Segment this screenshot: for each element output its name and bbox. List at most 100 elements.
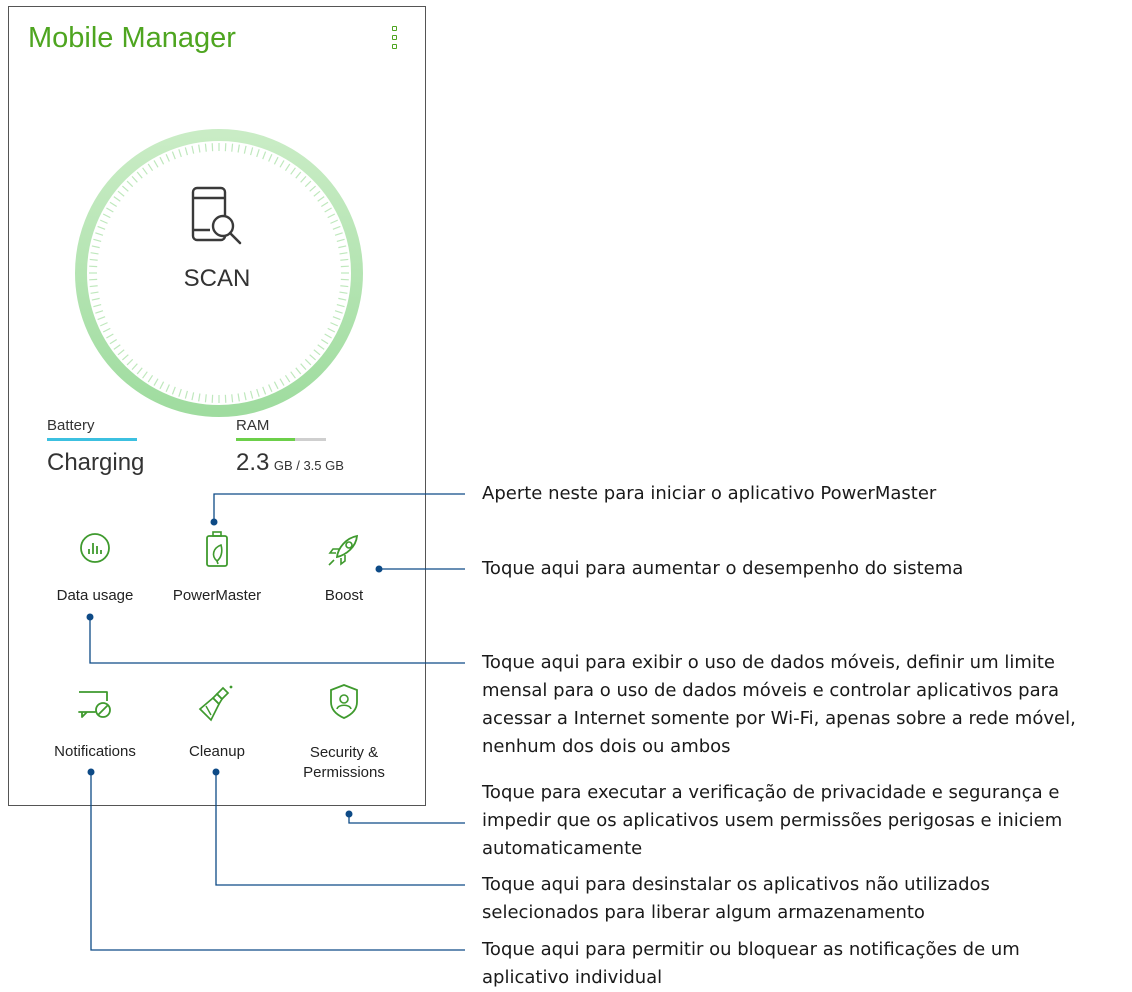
dial-tick [185, 391, 187, 399]
dial-tick [185, 147, 187, 155]
dial-tick [179, 149, 181, 157]
dial-tick [179, 389, 181, 397]
dial-tick [337, 305, 345, 307]
callout-line-text: Toque aqui para desinstalar os aplicativ… [482, 871, 990, 899]
callout-security: Toque para executar a verificação de pri… [482, 779, 1062, 863]
dial-tick [321, 339, 328, 343]
dial-tick [103, 214, 110, 218]
callout-line-text: Aperte neste para iniciar o aplicativo P… [482, 480, 936, 508]
more-vert-icon[interactable] [388, 26, 402, 52]
dial-tick [154, 160, 158, 167]
dial-tick [93, 305, 101, 307]
tile-label-line: Security & [289, 743, 399, 763]
battery-bar [47, 438, 137, 441]
dial-tick [166, 154, 169, 161]
dial-tick [340, 286, 348, 287]
ram-bar [236, 438, 326, 441]
data-usage-icon [75, 530, 115, 570]
dial-tick [305, 359, 311, 365]
battery-value: Charging [47, 449, 144, 477]
dial-tick [238, 145, 239, 153]
tile-label: Boost [289, 587, 399, 604]
dial-tick [148, 164, 152, 171]
dial-tick [192, 392, 194, 400]
dial-tick [114, 345, 120, 350]
callout-line-text: Toque aqui para exibir o uso de dados mó… [482, 649, 1076, 677]
dial-tick [335, 311, 343, 313]
tile-powermaster[interactable]: PowerMaster [162, 530, 272, 610]
dial-tick [330, 220, 337, 223]
callout-line-text: automaticamente [482, 835, 1062, 863]
dial-tick [263, 152, 266, 159]
dial-tick [318, 197, 324, 202]
dial-tick [143, 372, 148, 378]
tile-label: Notifications [35, 743, 155, 760]
dial-tick [110, 339, 117, 343]
callout-line-text: selecionados para liberar algum armazena… [482, 899, 990, 927]
dial-tick [132, 364, 137, 370]
dial-tick [127, 359, 133, 365]
dial-tick [338, 246, 346, 248]
tile-label-line: Permissions [289, 763, 399, 783]
dial-tick [321, 202, 328, 206]
dial-tick [305, 181, 311, 187]
dial-tick [291, 372, 296, 378]
dial-tick [232, 394, 233, 402]
ram-label: RAM [236, 417, 269, 434]
rocket-icon [324, 530, 364, 570]
dial-tick [91, 253, 99, 254]
tile-label: Data usage [40, 587, 150, 604]
tile-security-permissions[interactable]: Security & Permissions [289, 686, 399, 786]
dial-tick [291, 168, 296, 174]
callout-data-usage: Toque aqui para exibir o uso de dados mó… [482, 649, 1076, 761]
dial-tick [269, 384, 272, 391]
dial-tick [172, 152, 175, 159]
callout-line-text: impedir que os aplicativos usem permissõ… [482, 807, 1062, 835]
callout-line-text: nenhum dos dois ou ambos [482, 733, 1076, 761]
shield-user-icon [324, 682, 364, 722]
dial-tick [330, 323, 337, 326]
callout-line-security [349, 814, 465, 823]
dial-tick [95, 233, 103, 235]
dial-tick [100, 220, 107, 223]
dial-tick [192, 146, 194, 154]
callout-powermaster: Aperte neste para iniciar o aplicativo P… [482, 480, 936, 508]
dial-tick [339, 292, 347, 293]
scan-label: SCAN [180, 265, 254, 293]
battery-leaf-icon [197, 530, 237, 570]
dial-tick [114, 197, 120, 202]
dial-tick [318, 345, 324, 350]
tile-notifications[interactable]: Notifications [35, 686, 155, 766]
dial-tick [232, 144, 233, 152]
tile-cleanup[interactable]: Cleanup [162, 686, 272, 766]
dial-tick [325, 208, 332, 212]
tile-boost[interactable]: Boost [289, 530, 399, 610]
ram-used: 2.3 [236, 449, 269, 476]
dial-tick [160, 157, 164, 164]
dial-tick [285, 164, 289, 171]
phone-search-icon [190, 186, 244, 248]
callout-line-text: Toque aqui para permitir ou bloquear as … [482, 936, 1020, 964]
dial-tick [95, 311, 103, 313]
dial-tick [137, 368, 142, 374]
dial-tick [338, 298, 346, 300]
dial-tick [251, 391, 253, 399]
dial-tick [339, 253, 347, 254]
dial-tick [110, 202, 117, 206]
dial-tick [92, 246, 100, 248]
ram-value: 2.3 GB / 3.5 GB [236, 449, 344, 477]
dial-tick [333, 226, 340, 229]
dial-tick [314, 350, 320, 355]
dial-tick [257, 149, 259, 157]
dial-tick [301, 364, 306, 370]
dial-tick [244, 146, 246, 154]
dial-tick [122, 186, 128, 191]
battery-label: Battery [47, 417, 95, 434]
dial-tick [244, 392, 246, 400]
dial-tick [160, 382, 164, 389]
notification-blocked-icon [75, 686, 115, 726]
dial-tick [310, 355, 316, 360]
callout-line-text: Toque aqui para aumentar o desempenho do… [482, 555, 963, 583]
tile-data-usage[interactable]: Data usage [40, 530, 150, 610]
dial-tick [148, 375, 152, 382]
